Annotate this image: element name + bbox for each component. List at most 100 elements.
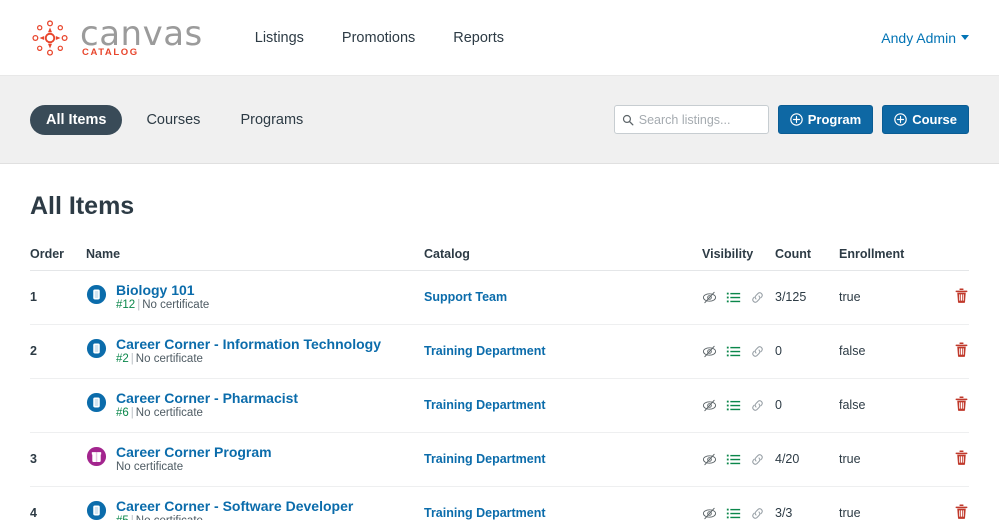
listing-title-link[interactable]: Career Corner - Pharmacist [116, 390, 298, 406]
plus-circle-icon [789, 113, 803, 126]
list-icon[interactable] [726, 290, 741, 305]
link-icon[interactable] [750, 398, 765, 413]
enrollment-status: true [839, 452, 861, 467]
main-nav-links: Listings Promotions Reports [255, 30, 504, 46]
listing-name-cell: Career Corner - Software Developer #5|No… [86, 498, 424, 520]
listing-id: #2 [116, 352, 129, 365]
enrollment-status: true [839, 506, 861, 520]
visibility-actions [702, 398, 775, 413]
nav-link-reports[interactable]: Reports [453, 30, 504, 46]
visibility-actions [702, 290, 775, 305]
row-order-number: 3 [30, 452, 37, 467]
nav-link-promotions[interactable]: Promotions [342, 30, 415, 46]
eye-slash-icon[interactable] [702, 290, 717, 305]
enrollment-status: false [839, 344, 866, 359]
listing-name-cell: Career Corner Program No certificate [86, 444, 424, 475]
delete-listing-button[interactable] [954, 395, 969, 412]
tab-courses[interactable]: Courses [130, 105, 216, 135]
table-row: 2 Career Corner - Information Technology… [30, 324, 969, 379]
brand-logo[interactable]: canvas CATALOG [30, 17, 203, 58]
column-header-count: Count [775, 247, 839, 271]
certificate-status: No certificate [116, 460, 184, 473]
table-header-row: Order Name Catalog Visibility Count Enro… [30, 247, 969, 271]
separator: | [130, 406, 134, 419]
catalog-link[interactable]: Training Department [424, 506, 546, 520]
listing-meta: #12 | No certificate [116, 299, 209, 313]
trash-icon[interactable] [954, 503, 969, 520]
trash-icon[interactable] [954, 449, 969, 466]
listing-title-link[interactable]: Career Corner - Information Technology [116, 336, 381, 352]
top-navigation-bar: canvas CATALOG Listings Promotions Repor… [0, 0, 999, 76]
delete-listing-button[interactable] [954, 341, 969, 358]
trash-icon[interactable] [954, 395, 969, 412]
certificate-status: No certificate [142, 299, 210, 312]
course-icon [86, 500, 107, 520]
listing-name-cell: Biology 101 #12 | No certificate [86, 282, 424, 313]
nav-link-listings[interactable]: Listings [255, 30, 304, 46]
column-header-catalog: Catalog [424, 247, 702, 271]
listing-meta: No certificate [116, 461, 272, 475]
link-icon[interactable] [750, 290, 765, 305]
trash-icon[interactable] [954, 341, 969, 358]
course-icon [86, 284, 107, 305]
add-program-button[interactable]: Program [777, 105, 874, 134]
eye-slash-icon[interactable] [702, 506, 717, 520]
link-icon[interactable] [750, 344, 765, 359]
table-row: 4 Career Corner - Software Developer #5|… [30, 486, 969, 520]
tab-all-items[interactable]: All Items [30, 104, 123, 135]
delete-listing-button[interactable] [954, 287, 969, 304]
visibility-actions [702, 452, 775, 467]
listing-title-link[interactable]: Biology 101 [116, 282, 209, 298]
listing-id: #5 [116, 515, 129, 520]
listing-id: #6 [116, 406, 129, 419]
separator: | [131, 515, 134, 520]
search-input[interactable] [638, 112, 768, 127]
enrollment-count: 4/20 [775, 452, 800, 467]
list-icon[interactable] [726, 506, 741, 520]
delete-listing-button[interactable] [954, 503, 969, 520]
listing-name-cell: Career Corner - Information Technology #… [86, 336, 424, 367]
user-menu-label: Andy Admin [881, 29, 956, 46]
listing-title-link[interactable]: Career Corner - Software Developer [116, 498, 353, 514]
row-order-number: 4 [30, 506, 37, 520]
separator: | [137, 299, 141, 312]
tab-programs[interactable]: Programs [224, 105, 319, 135]
listing-meta: #5|No certificate [116, 515, 353, 520]
certificate-status: No certificate [135, 406, 203, 419]
brand-name: canvas [80, 14, 203, 55]
row-order-number: 2 [30, 344, 37, 359]
list-icon[interactable] [726, 344, 741, 359]
link-icon[interactable] [750, 506, 765, 520]
certificate-status: No certificate [136, 515, 203, 520]
delete-listing-button[interactable] [954, 449, 969, 466]
catalog-link[interactable]: Training Department [424, 398, 546, 412]
add-course-button[interactable]: Course [882, 105, 969, 134]
canvas-logo-icon [32, 19, 68, 56]
enrollment-count: 3/125 [775, 290, 807, 305]
column-header-enrollment: Enrollment [839, 247, 931, 271]
user-menu[interactable]: Andy Admin [881, 30, 969, 46]
catalog-link[interactable]: Training Department [424, 452, 546, 466]
table-row: 3 Career Corner Program No certificate T… [30, 432, 969, 487]
column-header-visibility: Visibility [702, 247, 775, 271]
enrollment-status: false [839, 398, 866, 413]
program-icon [86, 446, 107, 466]
listing-title-link[interactable]: Career Corner Program [116, 444, 272, 460]
catalog-link[interactable]: Training Department [424, 344, 546, 358]
table-row: 1 Biology 101 #12 | No certificate Support… [30, 270, 969, 325]
catalog-link[interactable]: Support Team [424, 290, 507, 304]
listing-name-cell: Career Corner - Pharmacist #6 | No certifi… [86, 390, 424, 421]
trash-icon[interactable] [954, 287, 969, 304]
column-header-actions [931, 247, 969, 271]
eye-slash-icon[interactable] [702, 452, 717, 467]
eye-slash-icon[interactable] [702, 344, 717, 359]
separator: | [130, 352, 134, 365]
list-icon[interactable] [726, 452, 741, 467]
enrollment-status: true [839, 290, 861, 305]
search-icon [622, 114, 634, 125]
search-box[interactable] [613, 105, 769, 134]
link-icon[interactable] [750, 452, 765, 467]
list-icon[interactable] [726, 398, 741, 413]
eye-slash-icon[interactable] [702, 398, 717, 413]
column-header-order: Order [30, 247, 86, 271]
